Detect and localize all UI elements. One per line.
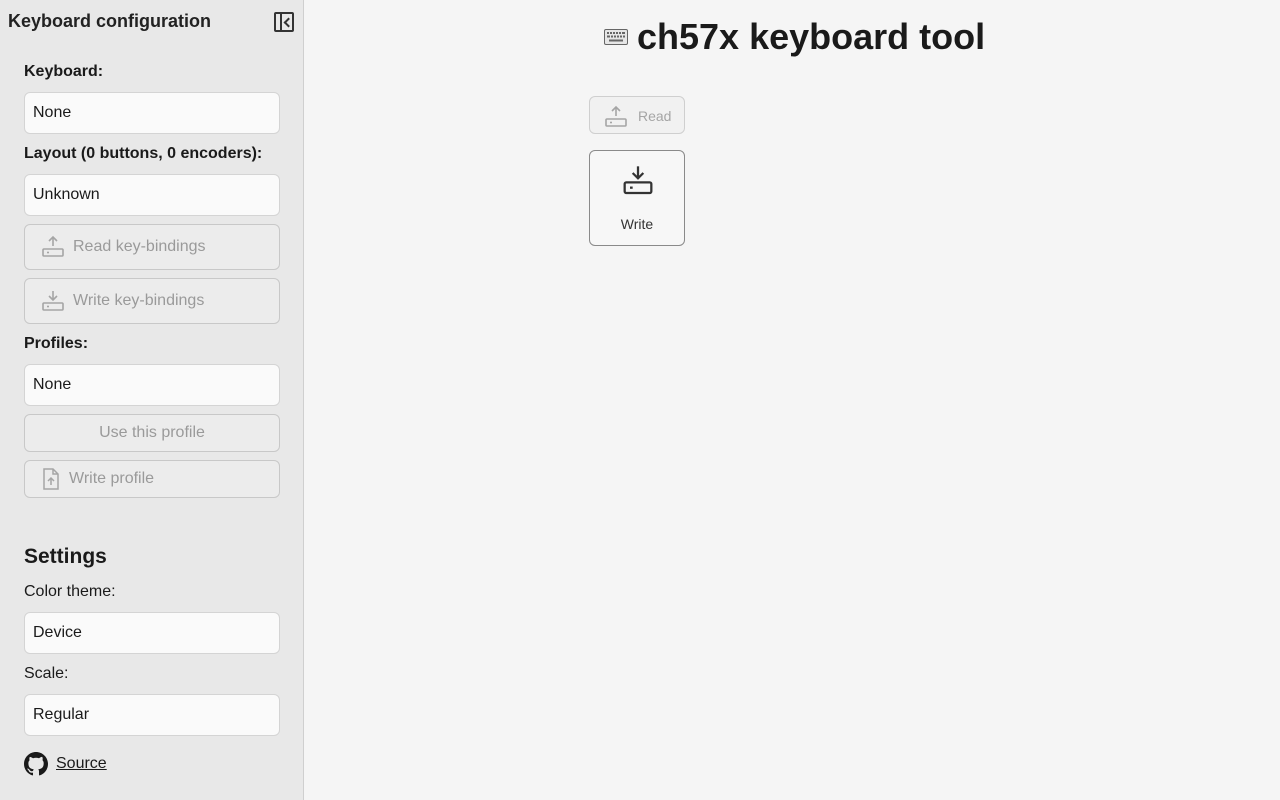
use-profile-label: Use this profile: [99, 424, 205, 441]
layout-label: Layout (0 buttons, 0 encoders):: [24, 145, 263, 162]
use-profile-button[interactable]: Use this profile: [24, 414, 280, 452]
download-device-icon: [42, 291, 64, 311]
keyboard-label: Keyboard:: [24, 63, 104, 80]
profiles-label: Profiles:: [24, 335, 89, 352]
write-profile-label: Write profile: [69, 470, 155, 487]
upload-device-icon: [42, 235, 64, 257]
keyboard-select[interactable]: None: [24, 92, 280, 134]
sidebar-collapse-icon[interactable]: [274, 12, 294, 32]
page-header: ch57x keyboard tool: [604, 16, 985, 58]
color-theme-select[interactable]: Device: [24, 612, 280, 654]
source-link-row: Source: [24, 752, 107, 776]
keyboard-icon: [604, 29, 628, 45]
scale-select[interactable]: Regular: [24, 694, 280, 736]
sidebar: Keyboard configuration Keyboard: None La…: [0, 0, 304, 800]
write-key-bindings-label: Write key-bindings: [73, 292, 205, 309]
upload-device-icon: [605, 105, 627, 127]
read-button[interactable]: Read: [589, 96, 685, 134]
settings-heading: Settings: [24, 545, 107, 568]
profiles-select[interactable]: None: [24, 364, 280, 406]
read-key-bindings-button[interactable]: Read key-bindings: [24, 224, 280, 270]
scale-label: Scale:: [24, 665, 69, 682]
write-button[interactable]: Write: [589, 150, 685, 246]
source-link[interactable]: Source: [56, 755, 107, 773]
github-icon[interactable]: [24, 752, 48, 776]
read-key-bindings-label: Read key-bindings: [73, 238, 206, 255]
write-button-label: Write: [620, 216, 654, 232]
layout-select[interactable]: Unknown: [24, 174, 280, 216]
file-upload-icon: [43, 468, 59, 490]
write-profile-button[interactable]: Write profile: [24, 460, 280, 498]
sidebar-title: Keyboard configuration: [8, 11, 212, 31]
download-device-icon: [623, 166, 653, 195]
page-title: ch57x keyboard tool: [637, 16, 986, 57]
color-theme-label: Color theme:: [24, 583, 116, 600]
read-button-label: Read: [638, 108, 672, 124]
write-key-bindings-button[interactable]: Write key-bindings: [24, 278, 280, 324]
